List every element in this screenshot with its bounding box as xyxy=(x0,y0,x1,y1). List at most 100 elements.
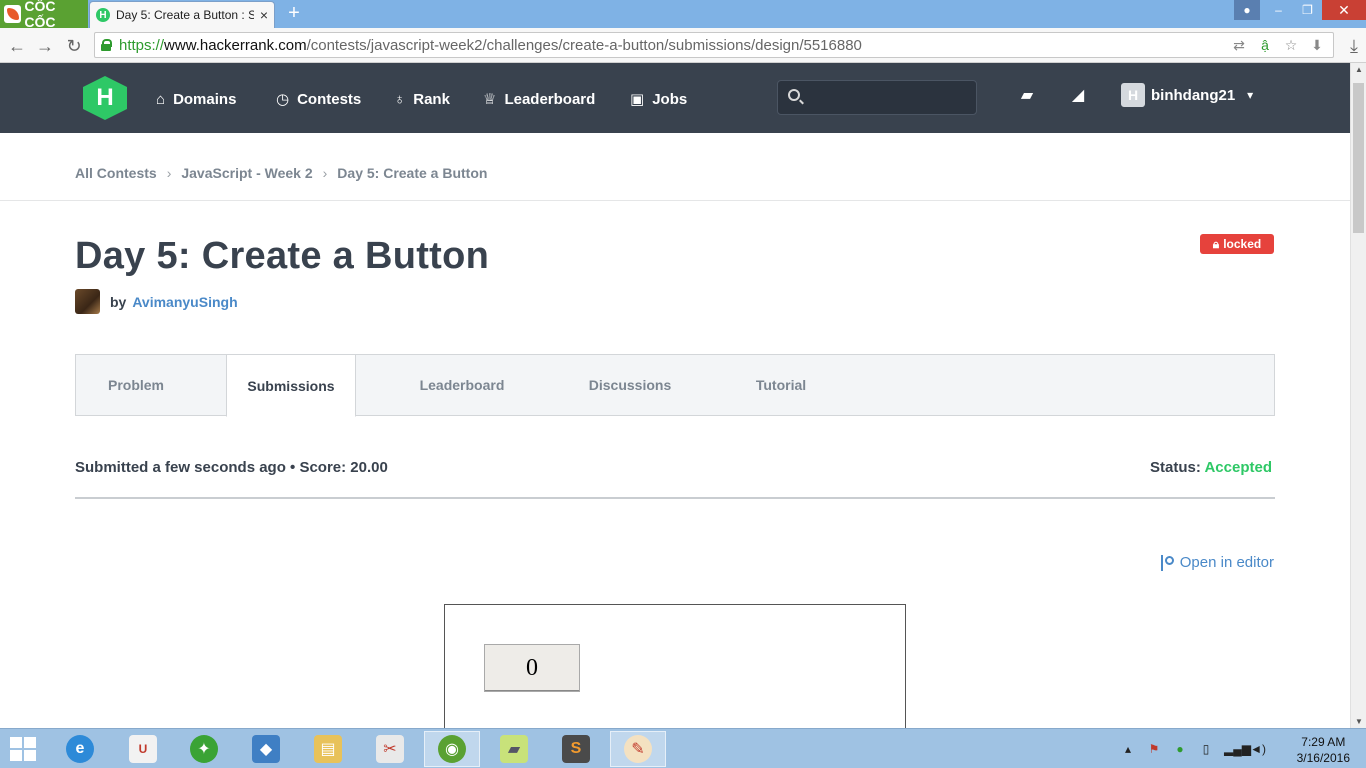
tab-discussions[interactable]: Discussions xyxy=(568,354,692,416)
profile-icon[interactable]: ● xyxy=(1234,0,1260,20)
bookmark-star-icon[interactable]: ☆ xyxy=(1282,36,1300,54)
windows-start-button[interactable] xyxy=(10,737,38,763)
author-row: by AvimanyuSingh xyxy=(75,289,238,314)
url-scheme: https:// xyxy=(119,36,165,54)
show-hidden-icons-icon[interactable]: ▴ xyxy=(1120,741,1136,757)
nav-contests[interactable]: ◷ Contests xyxy=(276,89,361,109)
chevron-right-icon: › xyxy=(166,165,172,181)
back-button[interactable]: ← xyxy=(6,35,28,57)
dictionary-icon[interactable]: ậ xyxy=(1256,36,1274,54)
search-icon xyxy=(788,89,800,101)
close-window-button[interactable]: ✕ xyxy=(1322,0,1366,20)
lock-icon: 🔒︎ xyxy=(1212,236,1220,251)
window-controls: ● – ❐ ✕ xyxy=(1234,0,1366,20)
breadcrumb-bar: All Contests › JavaScript - Week 2 › Day… xyxy=(0,133,1350,201)
taskbar-lingoes[interactable]: ✦ xyxy=(176,731,232,767)
trophy-icon: ♕ xyxy=(483,91,497,108)
author-link[interactable]: AvimanyuSingh xyxy=(132,294,237,310)
taskbar-paint[interactable]: ✎ xyxy=(610,731,666,767)
user-menu[interactable]: H binhdang21 ▾ xyxy=(1121,83,1253,107)
tab-submissions[interactable]: Submissions xyxy=(226,354,356,417)
author-avatar[interactable] xyxy=(75,289,100,314)
browser-tab-active[interactable]: H Day 5: Create a Button : Submissions × xyxy=(89,1,275,28)
restore-button[interactable]: ❐ xyxy=(1293,0,1322,20)
save-page-icon[interactable]: ⬇ xyxy=(1308,36,1326,54)
username: binhdang21 xyxy=(1151,86,1236,104)
taskbar-clock[interactable]: 7:29 AM 3/16/2016 xyxy=(1297,734,1350,766)
submission-info: Submitted a few seconds ago • Score: 20.… xyxy=(75,459,388,476)
translate-icon[interactable]: ⇄ xyxy=(1230,36,1248,54)
coccoc-icon: ◉ xyxy=(438,735,466,763)
downloads-icon[interactable]: ⤓ xyxy=(1350,36,1358,57)
nav-rank-label: Rank xyxy=(413,90,450,108)
search-input[interactable] xyxy=(808,87,968,109)
url-field[interactable]: https://www.hackerrank.com/contests/java… xyxy=(94,32,1334,58)
tab-problem[interactable]: Problem xyxy=(76,354,196,416)
user-avatar: H xyxy=(1121,83,1145,107)
open-in-editor-link[interactable]: Open in editor xyxy=(1160,554,1274,571)
taskbar-sticky-notes[interactable]: ▰ xyxy=(486,731,542,767)
scroll-down-icon[interactable]: ▼ xyxy=(1355,717,1363,726)
taskbar-coccoc[interactable]: ◉ xyxy=(424,731,480,767)
parrot-icon: ✦ xyxy=(190,735,218,763)
address-bar: ← → ↻ https://www.hackerrank.com/contest… xyxy=(0,28,1366,63)
taskbar-file-explorer[interactable]: ▤ xyxy=(300,731,356,767)
taskbar-sublime-text[interactable]: S xyxy=(548,731,604,767)
taskbar-unikey[interactable]: U xyxy=(115,731,171,767)
breadcrumb-contest[interactable]: JavaScript - Week 2 xyxy=(181,165,312,181)
divider xyxy=(75,497,1275,499)
page-scrollbar[interactable]: ▲ ▼ xyxy=(1350,63,1366,728)
reload-button[interactable]: ↻ xyxy=(63,35,85,57)
forward-button[interactable]: → xyxy=(34,35,56,57)
clock-icon: ◷ xyxy=(276,91,290,108)
breadcrumb-challenge[interactable]: Day 5: Create a Button xyxy=(337,165,487,181)
submission-status: Status: Accepted xyxy=(1150,459,1272,476)
messages-icon[interactable]: ▰ xyxy=(1016,85,1038,107)
nav-domains[interactable]: ⌂ Domains xyxy=(156,89,236,109)
address-bar-icons: ⇄ ậ ☆ ⬇ xyxy=(1230,36,1326,54)
volume-icon[interactable]: ◄) xyxy=(1250,741,1266,757)
taskbar-internet-explorer[interactable]: e xyxy=(52,731,108,767)
tab-close-icon[interactable]: × xyxy=(260,7,268,23)
sticky-notes-icon: ▰ xyxy=(500,735,528,763)
notifications-icon[interactable]: ◢ xyxy=(1067,85,1089,107)
medal-icon: ♁ xyxy=(394,90,406,108)
security-shield-icon[interactable]: ● xyxy=(1172,741,1188,757)
by-label: by xyxy=(110,293,127,310)
open-in-editor-label: Open in editor xyxy=(1179,554,1274,571)
nav-leaderboard[interactable]: ♕ Leaderboard xyxy=(483,89,595,109)
minimize-button[interactable]: – xyxy=(1264,0,1293,20)
breadcrumb-all-contests[interactable]: All Contests xyxy=(75,165,157,181)
coccoc-leaf-icon xyxy=(4,5,22,23)
preview-counter-button[interactable]: 0 xyxy=(484,644,580,692)
hackerrank-navbar: H ⌂ Domains ◷ Contests ♁ Rank ♕ Leaderbo… xyxy=(0,63,1350,133)
hackerrank-logo[interactable]: H xyxy=(83,76,127,120)
scroll-up-icon[interactable]: ▲ xyxy=(1355,65,1363,74)
taskbar-virtualbox[interactable]: ◆ xyxy=(238,731,294,767)
url-path: /contests/javascript-week2/challenges/cr… xyxy=(306,36,862,54)
coccoc-logo[interactable]: CỐC CỐC xyxy=(0,0,88,30)
sublime-text-icon: S xyxy=(562,735,590,763)
power-icon[interactable]: ▯ xyxy=(1198,741,1214,757)
network-icon[interactable]: ▂▄▆ xyxy=(1224,741,1251,757)
taskbar-snipping-tool[interactable]: ✂ xyxy=(362,731,418,767)
new-tab-button[interactable]: + xyxy=(284,3,304,23)
cube-icon: ◆ xyxy=(252,735,280,763)
nav-rank[interactable]: ♁ Rank xyxy=(394,89,450,109)
scroll-thumb[interactable] xyxy=(1353,83,1364,233)
locked-label: locked xyxy=(1223,237,1262,251)
system-tray: ▴ ⚑ ● ▯ ▂▄▆ ◄) xyxy=(1120,741,1266,757)
chevron-down-icon: ▾ xyxy=(1247,88,1254,102)
tab-tutorial[interactable]: Tutorial xyxy=(736,354,826,416)
nav-domains-label: Domains xyxy=(173,90,237,108)
tab-leaderboard[interactable]: Leaderboard xyxy=(396,354,528,416)
submission-preview: 0 xyxy=(444,604,906,728)
breadcrumb: All Contests › JavaScript - Week 2 › Day… xyxy=(75,165,487,181)
tab-title: Day 5: Create a Button : Submissions xyxy=(116,8,254,22)
flag-icon[interactable]: ⚑ xyxy=(1146,741,1162,757)
unikey-icon: U xyxy=(129,735,157,763)
status-value: Accepted xyxy=(1204,459,1272,476)
nav-jobs[interactable]: ▣ Jobs xyxy=(630,89,687,109)
clock-time: 7:29 AM xyxy=(1301,735,1346,749)
hackerrank-favicon-icon: H xyxy=(96,8,110,22)
